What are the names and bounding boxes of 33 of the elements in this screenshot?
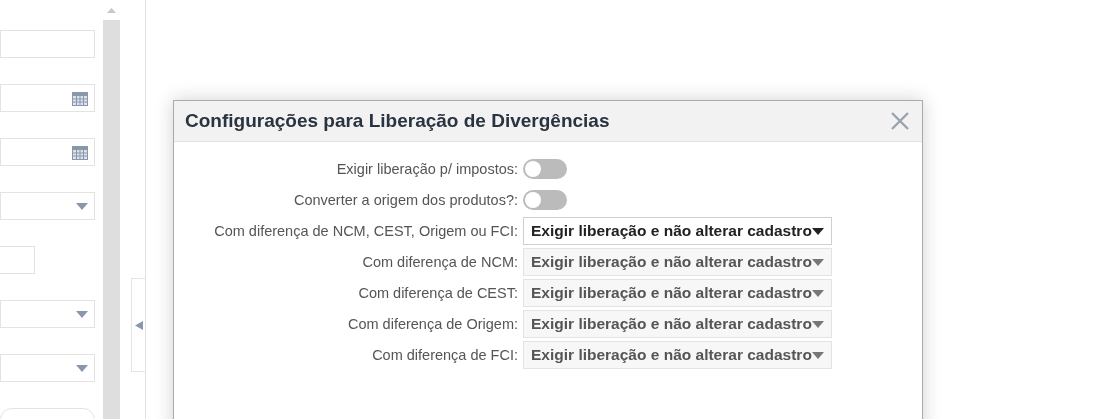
collapse-handle[interactable] <box>131 278 145 372</box>
date-field[interactable] <box>0 84 95 112</box>
caret-icon <box>76 310 88 318</box>
scrollbar[interactable] <box>103 0 120 419</box>
scroll-up-icon[interactable] <box>107 7 116 13</box>
select-field[interactable] <box>0 354 95 382</box>
dialog-title: Configurações para Liberação de Divergências <box>185 110 610 132</box>
text-field[interactable] <box>0 30 95 58</box>
caret-icon <box>811 227 824 235</box>
select-field[interactable] <box>0 192 95 220</box>
caret-icon <box>76 364 88 372</box>
left-triangle-icon <box>134 320 143 330</box>
caret-icon <box>811 320 824 328</box>
field-label: Com diferença de FCI: <box>371 347 518 363</box>
field-label: Com diferença de CEST: <box>357 285 518 301</box>
field-label: Exigir liberação p/ impostos: <box>335 161 518 177</box>
field-label: Com diferença de Origem: <box>346 316 518 332</box>
caret-icon <box>811 351 824 359</box>
field-label: Com diferença de NCM, CEST, Origem ou FCI: <box>213 223 518 239</box>
select-field[interactable] <box>0 300 95 328</box>
toggle-switch[interactable] <box>523 159 567 179</box>
text-field[interactable] <box>0 246 35 274</box>
field-label: Converter a origem dos produtos?: <box>292 192 518 208</box>
caret-icon <box>811 289 824 297</box>
field-label: Com diferença de NCM: <box>361 254 518 270</box>
select-field[interactable]: Exigir liberação e não alterar cadastro <box>523 217 832 245</box>
date-field[interactable] <box>0 138 95 166</box>
caret-icon <box>76 202 88 210</box>
calendar-icon[interactable] <box>72 144 88 160</box>
caret-icon <box>811 258 824 266</box>
close-button[interactable] <box>890 111 910 131</box>
calendar-icon[interactable] <box>72 90 88 106</box>
toggle-switch[interactable] <box>523 190 567 210</box>
